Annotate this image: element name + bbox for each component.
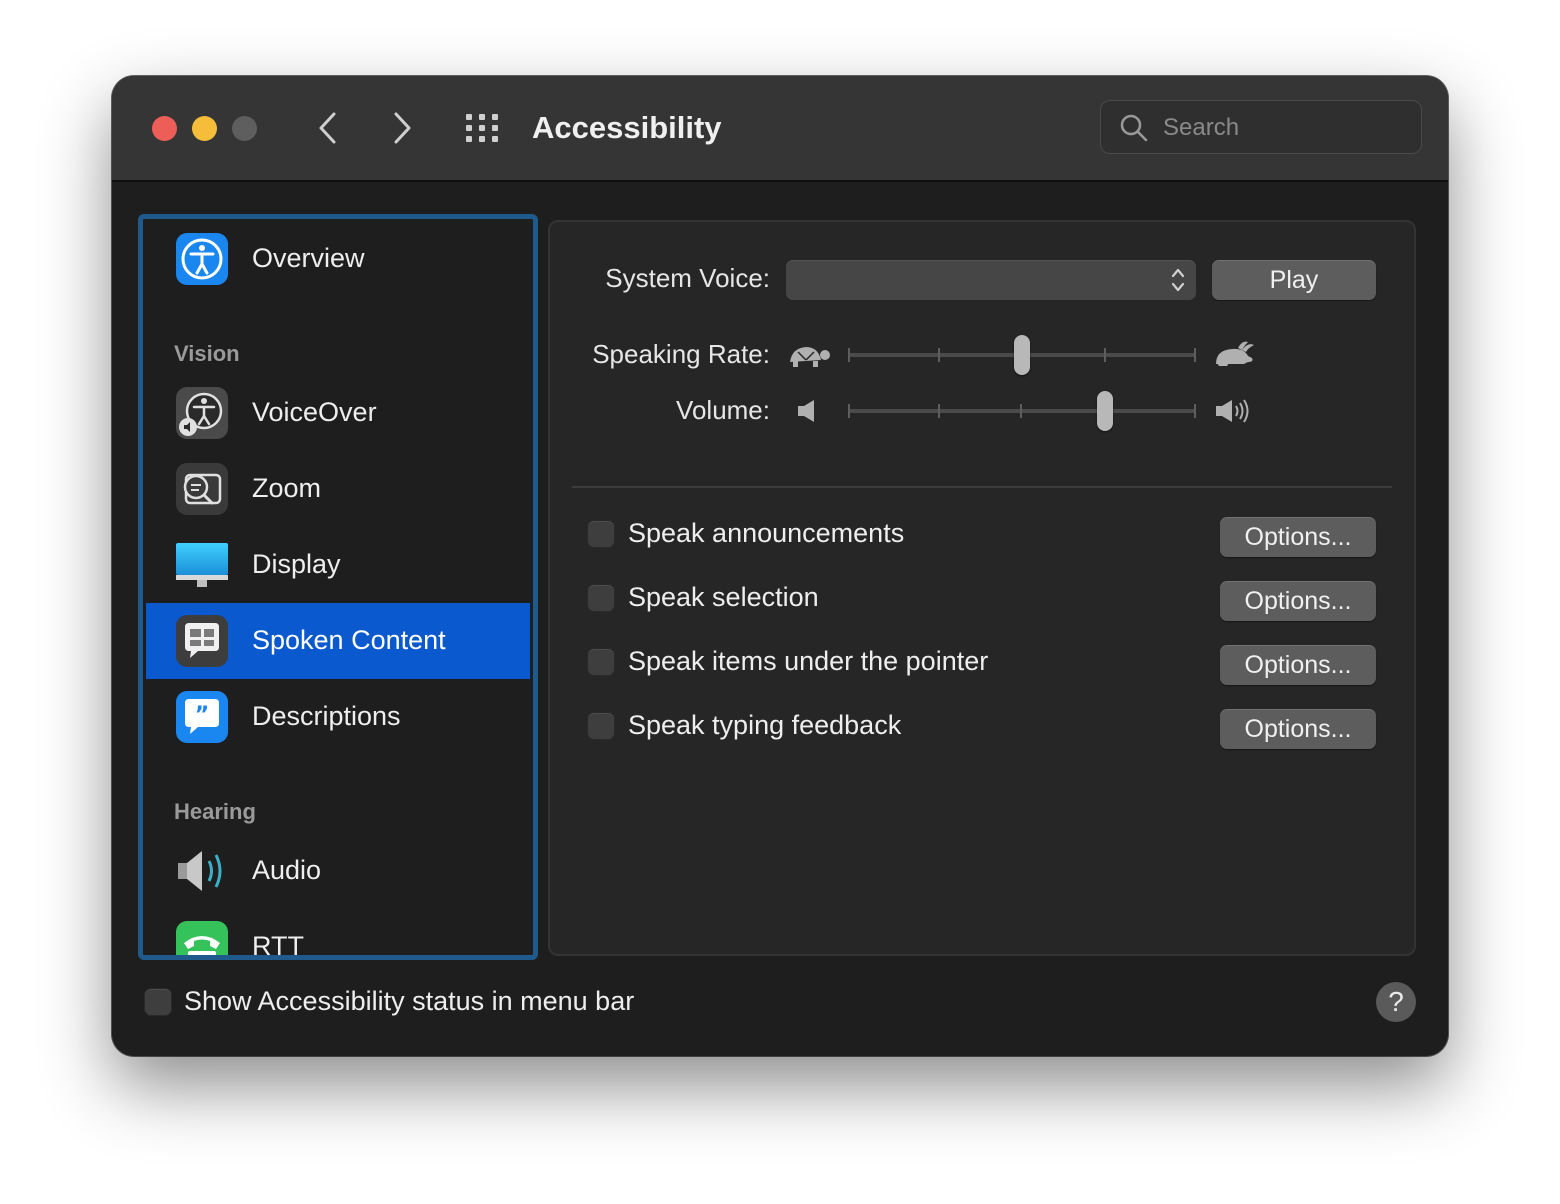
sidebar-item-audio[interactable]: Audio: [146, 833, 530, 909]
zoom-magnifier-icon: [176, 463, 228, 515]
sidebar-item-label: Descriptions: [252, 701, 401, 731]
slider-thumb[interactable]: [1097, 391, 1113, 431]
help-button[interactable]: ?: [1376, 982, 1416, 1022]
chevron-right-icon: [394, 112, 411, 144]
volume-label: Volume:: [676, 395, 770, 425]
zoom-button[interactable]: [232, 116, 257, 141]
rabbit-icon: [1216, 341, 1254, 366]
slider-thumb[interactable]: [1014, 335, 1030, 375]
sidebar-item-overview[interactable]: Overview: [146, 221, 530, 297]
minimize-button[interactable]: [192, 116, 217, 141]
speak-typing-feedback-options-button[interactable]: Options...: [1220, 709, 1376, 749]
speak-items-under-pointer-options-button[interactable]: Options...: [1220, 645, 1376, 685]
section-header-hearing: Hearing: [174, 799, 256, 824]
sidebar-item-label: VoiceOver: [252, 397, 377, 427]
speech-bubble-icon: [176, 615, 228, 667]
window-title: Accessibility: [532, 110, 722, 145]
system-voice-popup[interactable]: [786, 260, 1196, 300]
sidebar-item-label: Spoken Content: [252, 625, 446, 655]
display-monitor-icon: [176, 543, 228, 587]
speak-items-under-pointer-label: Speak items under the pointer: [628, 646, 989, 676]
speaking-rate-slider[interactable]: [848, 335, 1196, 375]
up-down-chevron-icon: [1171, 268, 1185, 292]
speak-announcements-options-button[interactable]: Options...: [1220, 517, 1376, 557]
speaker-icon: [178, 851, 222, 891]
sidebar-item-spoken-content[interactable]: Spoken Content: [146, 603, 530, 679]
sidebar-item-descriptions[interactable]: ” Descriptions: [146, 679, 530, 755]
divider: [572, 486, 1392, 488]
speak-typing-feedback-checkbox[interactable]: [588, 713, 614, 739]
chevron-left-icon: [319, 112, 336, 144]
section-header-vision: Vision: [174, 341, 240, 366]
speak-typing-feedback-label: Speak typing feedback: [628, 710, 902, 740]
title-bar: Accessibility: [112, 76, 1448, 182]
search-input[interactable]: [1161, 111, 1405, 145]
forward-button[interactable]: [380, 106, 424, 150]
speak-announcements-checkbox[interactable]: [588, 521, 614, 547]
speak-selection-label: Speak selection: [628, 582, 819, 612]
play-button[interactable]: Play: [1212, 260, 1376, 300]
show-status-in-menu-bar-label: Show Accessibility status in menu bar: [184, 986, 635, 1016]
speak-announcements-label: Speak announcements: [628, 518, 905, 548]
turtle-icon: [790, 347, 830, 367]
search-field[interactable]: [1100, 100, 1422, 154]
sidebar-item-rtt[interactable]: RTT: [146, 909, 530, 960]
system-voice-label: System Voice:: [605, 263, 770, 293]
sidebar-item-voiceover[interactable]: VoiceOver: [146, 375, 530, 451]
sidebar-item-display[interactable]: Display: [146, 527, 530, 603]
close-button[interactable]: [152, 116, 177, 141]
sidebar-item-label: Zoom: [252, 473, 322, 503]
volume-slider[interactable]: [848, 391, 1196, 431]
volume-low-icon: [798, 400, 814, 422]
speak-selection-options-button[interactable]: Options...: [1220, 581, 1376, 621]
speak-selection-checkbox[interactable]: [588, 585, 614, 611]
voiceover-icon: [176, 387, 228, 439]
sidebar-item-label: RTT: [252, 931, 304, 960]
svg-text:”: ”: [195, 703, 209, 728]
accessibility-person-icon: [176, 233, 228, 285]
sidebar-list[interactable]: Overview Vision VoiceOver Zoom Display S…: [138, 214, 538, 960]
search-icon: [1120, 114, 1148, 142]
sidebar-item-zoom[interactable]: Zoom: [146, 451, 530, 527]
speak-items-under-pointer-checkbox[interactable]: [588, 649, 614, 675]
sidebar-item-label: Audio: [252, 855, 322, 885]
sidebar-item-label: Overview: [252, 243, 365, 273]
show-all-button[interactable]: [462, 112, 502, 144]
system-preferences-window: Accessibility Overview Vision: [112, 76, 1448, 1056]
speaking-rate-label: Speaking Rate:: [592, 339, 770, 369]
telephone-icon: [176, 921, 228, 955]
quote-bubble-icon: ”: [176, 691, 228, 743]
show-status-in-menu-bar-checkbox[interactable]: [145, 989, 171, 1015]
sidebar-item-label: Display: [252, 549, 341, 579]
back-button[interactable]: [306, 106, 350, 150]
volume-high-icon: [1216, 399, 1249, 423]
